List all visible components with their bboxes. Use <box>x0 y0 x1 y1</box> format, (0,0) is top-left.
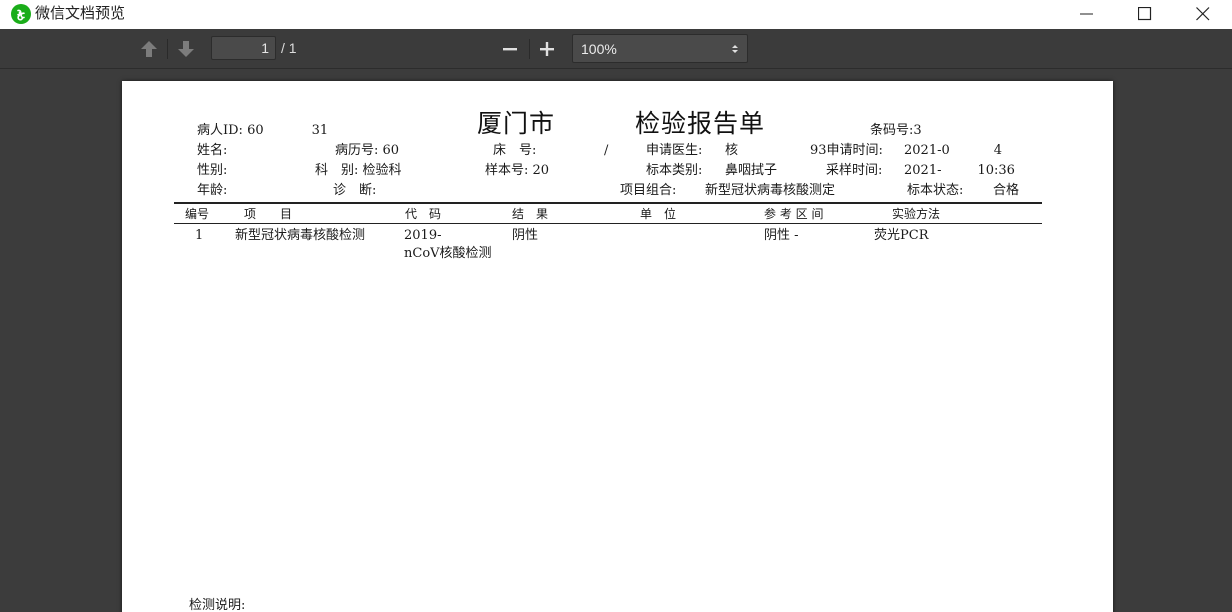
bed-value: / <box>604 143 609 158</box>
diagnosis-label: 诊 断: <box>333 183 377 198</box>
col-header-item: 项 目 <box>244 207 293 221</box>
toolbar-separator <box>167 39 168 59</box>
col-header-reference: 参 考 区 间 <box>764 207 824 221</box>
sample-type-label: 标本类别: <box>646 163 703 178</box>
page-number-input[interactable]: 1 <box>211 36 276 60</box>
collect-time-label: 采样时间: <box>826 163 883 178</box>
pdf-toolbar: 1 / 1 100% <box>0 29 1232 69</box>
close-button[interactable] <box>1173 0 1232 29</box>
sample-type-value: 鼻咽拭子 <box>725 163 778 178</box>
select-arrows-icon <box>732 45 738 53</box>
doctor-label: 申请医生: <box>646 143 703 158</box>
minus-icon <box>503 48 517 51</box>
window-title: 微信文档预览 <box>35 4 126 22</box>
close-icon <box>1196 7 1210 21</box>
col-header-number: 编号 <box>185 207 210 221</box>
minimize-icon <box>1080 13 1093 15</box>
zoom-out-button[interactable] <box>498 37 522 61</box>
apply-time-value: 2021-0 4 <box>904 143 1003 158</box>
down-arrow-icon <box>178 41 194 57</box>
col-header-unit: 单 位 <box>640 207 677 221</box>
maximize-icon <box>1138 7 1152 21</box>
table-header-rule <box>174 223 1042 224</box>
doctor-value: 核 <box>725 143 739 158</box>
col-header-code: 代 码 <box>405 207 442 221</box>
combo-label: 项目组合: <box>620 183 677 198</box>
row-method: 荧光PCR <box>874 228 929 243</box>
row-result: 阴性 <box>512 228 539 243</box>
department: 科 别: 检验科 <box>315 163 402 178</box>
barcode: 条码号:3 <box>870 123 922 138</box>
document-viewer[interactable]: 厦门市 检验报告单 病人ID: 60 31 条码号:3 姓名: 病历号: 60 床 … <box>0 69 1232 612</box>
zoom-in-button[interactable] <box>535 37 559 61</box>
row-code-line2: nCoV核酸检测 <box>404 246 492 261</box>
table-top-rule <box>174 202 1042 204</box>
minimize-button[interactable] <box>1057 0 1117 29</box>
next-page-button[interactable] <box>174 37 198 61</box>
combo-value: 新型冠状病毒核酸测定 <box>705 183 836 198</box>
age-label: 年龄: <box>197 183 228 198</box>
row-number: 1 <box>195 228 204 243</box>
title-bar: 微信文档预览 <box>0 0 1232 29</box>
row-reference: 阴性 - <box>764 228 799 243</box>
row-item: 新型冠状病毒核酸检测 <box>235 228 366 243</box>
document-page: 厦门市 检验报告单 病人ID: 60 31 条码号:3 姓名: 病历号: 60 床 … <box>122 81 1113 612</box>
plus-icon <box>540 42 554 56</box>
record-number: 病历号: 60 <box>335 143 400 158</box>
toolbar-separator <box>529 39 530 59</box>
status-label: 标本状态: <box>907 183 964 198</box>
report-title: 厦门市 检验报告单 <box>477 109 766 138</box>
col-header-method: 实验方法 <box>892 207 941 221</box>
zoom-select[interactable]: 100% <box>572 34 748 63</box>
sample-number: 样本号: 20 <box>485 163 550 178</box>
bed-label: 床 号: <box>493 143 537 158</box>
page-total: / 1 <box>281 40 297 56</box>
maximize-button[interactable] <box>1115 0 1175 29</box>
wechat-mini-program-icon <box>11 4 31 24</box>
zoom-value: 100% <box>581 41 617 57</box>
up-arrow-icon <box>141 41 157 57</box>
col-header-result: 结 果 <box>512 207 549 221</box>
apply-time-label: 93申请时间: <box>810 143 883 158</box>
row-code-line1: 2019- <box>404 228 442 243</box>
status-value: 合格 <box>993 183 1020 198</box>
previous-page-button[interactable] <box>137 37 161 61</box>
test-notes-label: 检测说明: <box>189 598 246 612</box>
patient-id: 病人ID: 60 31 <box>197 123 329 138</box>
name-label: 姓名: <box>197 143 228 158</box>
sex-label: 性别: <box>197 163 228 178</box>
collect-time-value: 2021- 10:36 <box>904 163 1015 178</box>
